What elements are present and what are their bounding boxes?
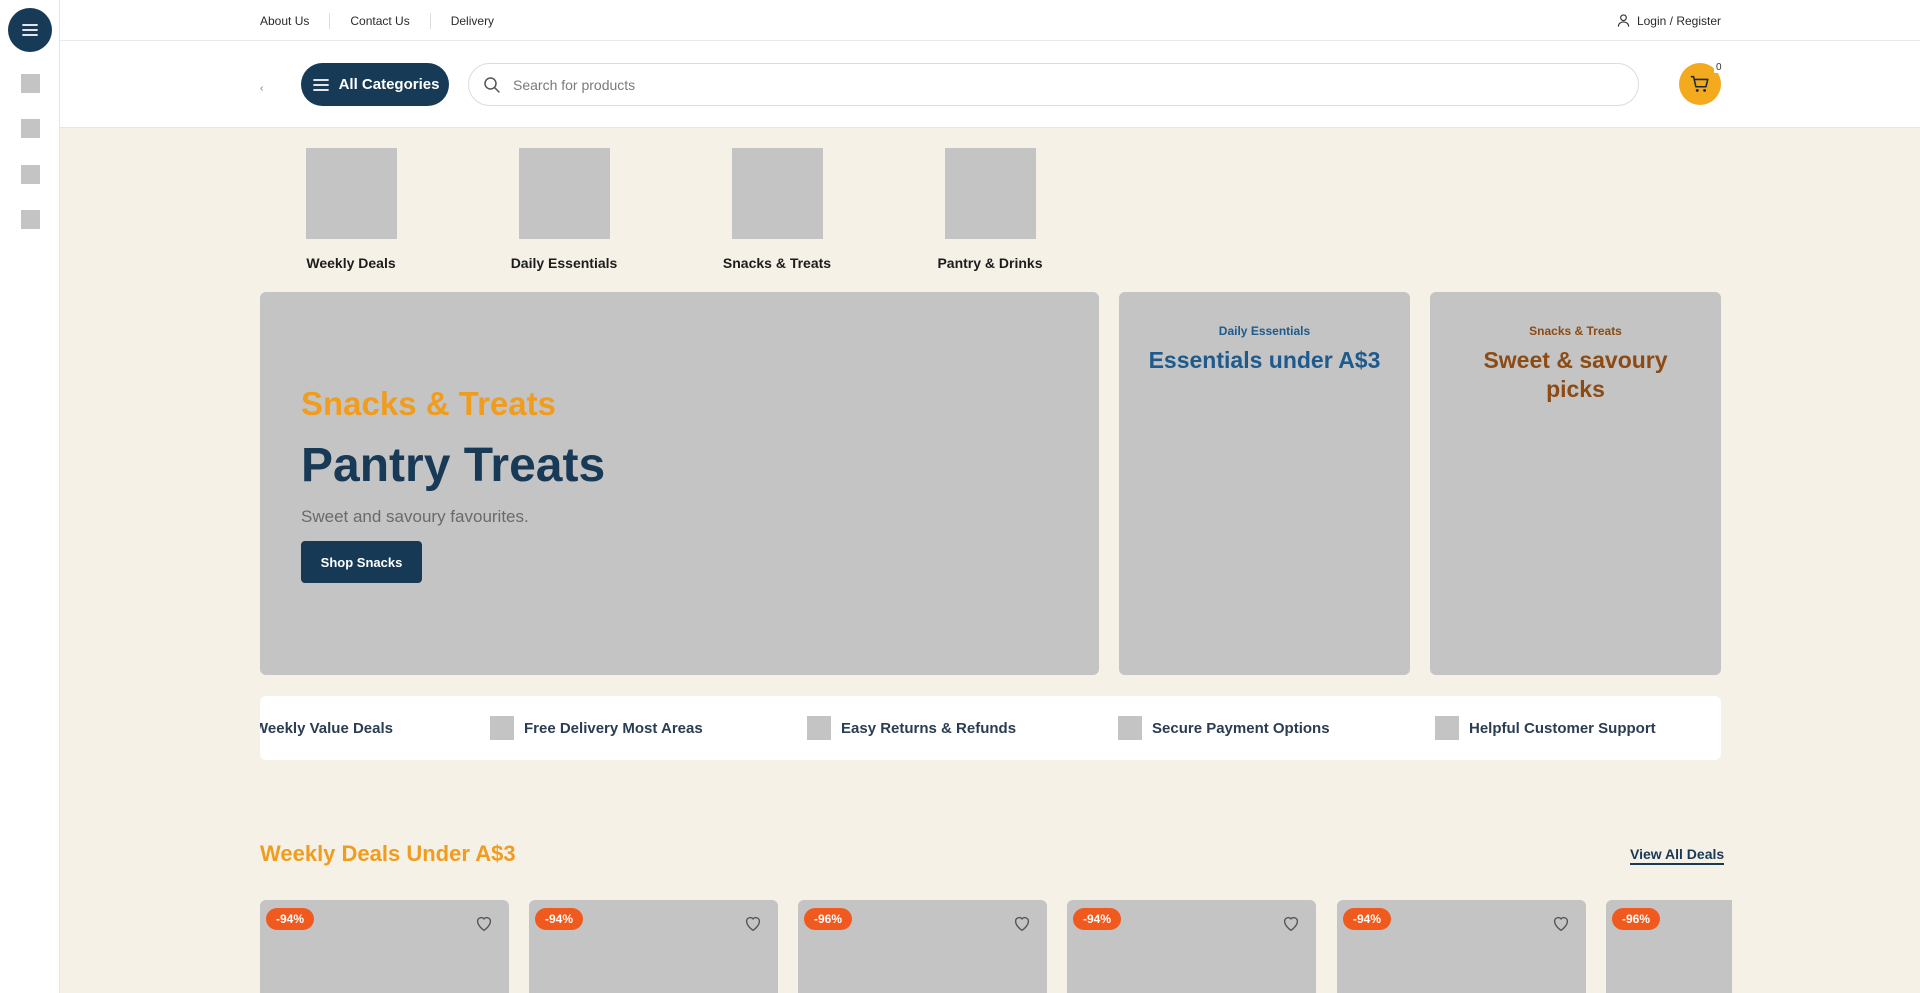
- feature-label: Free Delivery Most Areas: [524, 719, 703, 737]
- discount-badge: -94%: [1073, 908, 1122, 930]
- discount-badge: -96%: [804, 908, 853, 930]
- top-links: About Us Contact Us Delivery: [260, 0, 514, 41]
- discount-badge: -96%: [1612, 908, 1661, 930]
- feature-label: Secure Payment Options: [1152, 719, 1330, 737]
- heart-icon[interactable]: [473, 912, 495, 934]
- login-register-link[interactable]: Login / Register: [1616, 0, 1721, 41]
- product-card[interactable]: -94%: [1337, 900, 1586, 993]
- all-categories-label: All Categories: [338, 76, 440, 93]
- hero-subtitle: Sweet and savoury favourites.: [301, 507, 529, 526]
- category-label: Snacks & Treats: [722, 255, 832, 271]
- deals-section-title: Weekly Deals Under A$3: [260, 841, 516, 866]
- rail-shortcut-icon[interactable]: [21, 119, 40, 138]
- category-label: Daily Essentials: [510, 255, 618, 271]
- cart-icon: [1690, 75, 1709, 92]
- heart-icon[interactable]: [1280, 912, 1302, 934]
- shop-snacks-button[interactable]: Shop Snacks: [301, 541, 422, 583]
- feature-label: Helpful Customer Support: [1469, 719, 1656, 737]
- cart-count-badge: 0: [1714, 62, 1724, 73]
- promo-kicker: Snacks & Treats: [1529, 324, 1622, 338]
- product-card[interactable]: -94%: [260, 900, 509, 993]
- product-card[interactable]: -96%: [1606, 900, 1732, 993]
- promo-title: Sweet & savoury picks: [1483, 347, 1668, 402]
- login-register-label: Login / Register: [1636, 13, 1721, 28]
- hero-title: Pantry Treats: [301, 439, 606, 492]
- promo-title: Essentials under A$3: [1148, 347, 1381, 373]
- delivery-link[interactable]: Delivery: [429, 12, 514, 29]
- support-icon: [1435, 716, 1459, 740]
- category-label: Weekly Deals: [306, 255, 396, 271]
- category-image: [731, 148, 823, 239]
- rail-shortcut-icon[interactable]: [21, 210, 40, 229]
- main-header: ‹ All Categories 0: [60, 41, 1920, 128]
- site-logo[interactable]: ‹: [260, 83, 263, 94]
- discount-badge: -94%: [266, 908, 315, 930]
- hamburger-icon: [22, 24, 38, 36]
- secure-payment-icon: [1118, 716, 1142, 740]
- user-icon: [1617, 14, 1630, 27]
- discount-badge: -94%: [535, 908, 584, 930]
- search-input[interactable]: [511, 75, 1611, 94]
- category-label: Pantry & Drinks: [937, 255, 1043, 271]
- promo-card-snacks[interactable]: Snacks & Treats Sweet & savoury picks: [1430, 292, 1721, 675]
- category-weekly-deals[interactable]: Weekly Deals: [251, 148, 451, 271]
- heart-icon[interactable]: [742, 912, 764, 934]
- heart-icon[interactable]: [1550, 912, 1572, 934]
- discount-badge: -94%: [1343, 908, 1392, 930]
- features-strip: Weekly Value Deals Free Delivery Most Ar…: [260, 696, 1721, 760]
- menu-toggle-button[interactable]: [8, 8, 52, 52]
- feature-label: Easy Returns & Refunds: [841, 719, 1017, 737]
- feature-item: Helpful Customer Support: [1435, 696, 1656, 760]
- feature-item: Free Delivery Most Areas: [490, 696, 703, 760]
- heart-icon[interactable]: [1011, 912, 1033, 934]
- delivery-icon: [490, 716, 514, 740]
- hamburger-icon: [312, 78, 329, 91]
- category-daily-essentials[interactable]: Daily Essentials: [464, 148, 664, 271]
- category-pantry-drinks[interactable]: Pantry & Drinks: [890, 148, 1090, 271]
- category-image: [518, 148, 610, 239]
- view-all-deals-link[interactable]: View All Deals: [1630, 846, 1725, 865]
- product-card[interactable]: -94%: [529, 900, 778, 993]
- category-snacks-treats[interactable]: Snacks & Treats: [677, 148, 877, 271]
- feature-item: Secure Payment Options: [1118, 696, 1330, 760]
- returns-icon: [807, 716, 831, 740]
- promo-card-essentials[interactable]: Daily Essentials Essentials under A$3: [1119, 292, 1410, 675]
- top-bar: About Us Contact Us Delivery Login / Reg…: [60, 0, 1920, 41]
- all-categories-button[interactable]: All Categories: [301, 63, 449, 106]
- promo-kicker: Daily Essentials: [1218, 324, 1311, 338]
- about-us-link[interactable]: About Us: [260, 13, 329, 29]
- contact-us-link[interactable]: Contact Us: [329, 12, 429, 29]
- search-icon: [484, 76, 500, 93]
- category-image: [944, 148, 1036, 239]
- category-image: [305, 148, 397, 239]
- product-card[interactable]: -96%: [798, 900, 1047, 993]
- feature-label: Weekly Value Deals: [260, 719, 393, 737]
- product-card[interactable]: -94%: [1067, 900, 1316, 993]
- left-rail: [0, 0, 60, 993]
- product-row: -94% -94% -96% -94% -94% -96%: [260, 900, 1732, 993]
- hero-kicker: Snacks & Treats: [301, 385, 556, 422]
- feature-item: Weekly Value Deals: [260, 696, 393, 760]
- feature-item: Easy Returns & Refunds: [807, 696, 1016, 760]
- search-bar: [468, 63, 1639, 106]
- rail-shortcut-icon[interactable]: [21, 165, 40, 184]
- hero-banner[interactable]: Snacks & Treats Pantry Treats Sweet and …: [260, 292, 1099, 675]
- rail-shortcut-icon[interactable]: [21, 74, 40, 93]
